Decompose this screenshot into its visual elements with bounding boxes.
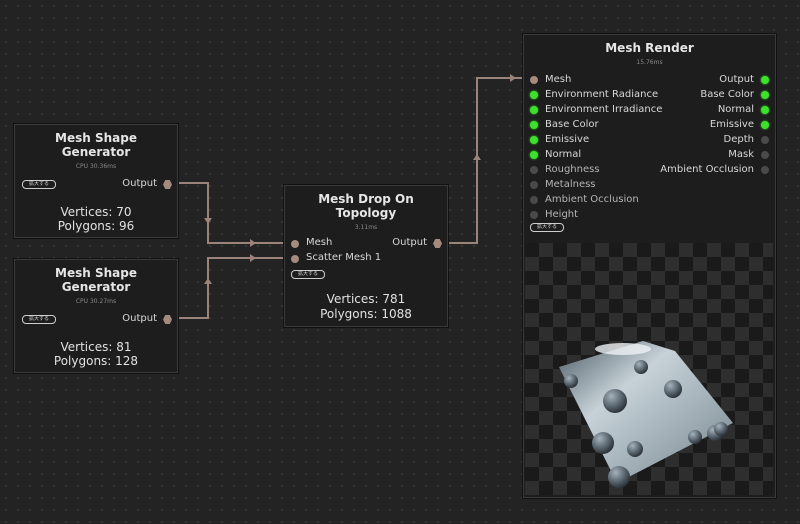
output-port[interactable] [433,239,442,248]
input-label-base-color: Base Color [545,119,599,130]
wire-arrow [204,278,212,284]
rendered-mesh-image [559,341,733,488]
output-port-label: Output [392,237,427,248]
input-label-metalness: Metalness [545,179,596,190]
output-port-mask[interactable] [761,151,769,159]
polygons-count: Polygons: 96 [57,219,135,233]
input-port-base-color[interactable] [530,121,538,129]
input-port-emissive[interactable] [530,136,538,144]
output-port-ambient-occlusion[interactable] [761,166,769,174]
input-label-environment-radiance: Environment Radiance [545,89,659,100]
wire-gen2-to-drop [172,257,286,319]
output-label-emissive: Emissive [709,119,754,130]
node-mesh-drop-on-topology[interactable]: Mesh Drop On Topology 3.11ms Mesh Scatte… [284,185,448,327]
polygons-count: Polygons: 1088 [320,307,412,321]
output-label-depth: Depth [723,134,754,145]
expand-button[interactable]: 拡大する [530,223,564,232]
node-mesh-shape-generator-2[interactable]: Mesh Shape Generator CPU 30.27ms 拡大する Ou… [14,259,178,373]
input-label-scatter-mesh-1: Scatter Mesh 1 [306,252,382,263]
node-mesh-render[interactable]: Mesh Render 15.76ms Mesh Environment Radi… [523,34,776,498]
input-label-mesh: Mesh [545,74,572,85]
node-title: Mesh Drop On Topology [318,192,414,220]
node-mesh-shape-generator-1[interactable]: Mesh Shape Generator CPU 30.36ms 拡大する Ou… [14,124,178,238]
input-label-normal: Normal [545,149,582,160]
node-title: Mesh Shape Generator [55,266,137,294]
output-port-depth[interactable] [761,136,769,144]
output-label-normal: Normal [717,104,754,115]
wire-arrow [250,254,256,262]
node-timing: 15.76ms [636,59,663,66]
input-port-roughness[interactable] [530,166,538,174]
output-port-label: Output [122,178,157,189]
input-label-emissive: Emissive [545,134,590,145]
vertices-count: Vertices: 70 [60,205,132,219]
output-port-base-color[interactable] [761,91,769,99]
node-title: Mesh Render [605,41,694,55]
output-label-base-color: Base Color [700,89,754,100]
input-port-metalness[interactable] [530,181,538,189]
input-label-roughness: Roughness [545,164,600,175]
vertices-count: Vertices: 781 [326,292,406,306]
output-port[interactable] [163,315,172,324]
render-preview-viewport[interactable] [525,243,773,495]
output-label-output: Output [719,74,754,85]
input-port-scatter-mesh-1[interactable] [291,255,299,263]
output-port-label: Output [122,313,157,324]
output-port-emissive[interactable] [761,121,769,129]
wire-drop-to-render [441,77,529,244]
input-port-mesh[interactable] [291,240,299,248]
node-timing: CPU 30.27ms [75,298,117,305]
input-port-normal[interactable] [530,151,538,159]
expand-button[interactable]: 拡大する [22,180,56,189]
vertices-count: Vertices: 81 [60,340,132,354]
wire-arrow [204,218,212,224]
wire-gen1-to-drop [172,182,286,244]
output-port[interactable] [163,180,172,189]
output-label-mask: Mask [728,149,754,160]
wire-arrow [510,74,516,82]
wire-arrow [473,154,481,160]
expand-button[interactable]: 拡大する [22,315,56,324]
polygons-count: Polygons: 128 [53,354,139,368]
output-port-output[interactable] [761,76,769,84]
output-port-normal[interactable] [761,106,769,114]
node-title: Mesh Shape Generator [55,131,137,159]
expand-button[interactable]: 拡大する [291,270,325,279]
input-port-ambient-occlusion[interactable] [530,196,538,204]
node-timing: 3.11ms [354,224,378,231]
input-port-environment-irradiance[interactable] [530,106,538,114]
input-port-mesh[interactable] [530,76,538,84]
node-timing: CPU 30.36ms [75,163,117,170]
input-label-ambient-occlusion: Ambient Occlusion [545,194,639,205]
output-label-ambient-occlusion: Ambient Occlusion [660,164,754,175]
input-label-environment-irradiance: Environment Irradiance [545,104,663,115]
input-label-height: Height [545,209,579,220]
input-label-mesh: Mesh [306,237,333,248]
wire-arrow [250,239,256,247]
input-port-environment-radiance[interactable] [530,91,538,99]
input-port-height[interactable] [530,211,538,219]
